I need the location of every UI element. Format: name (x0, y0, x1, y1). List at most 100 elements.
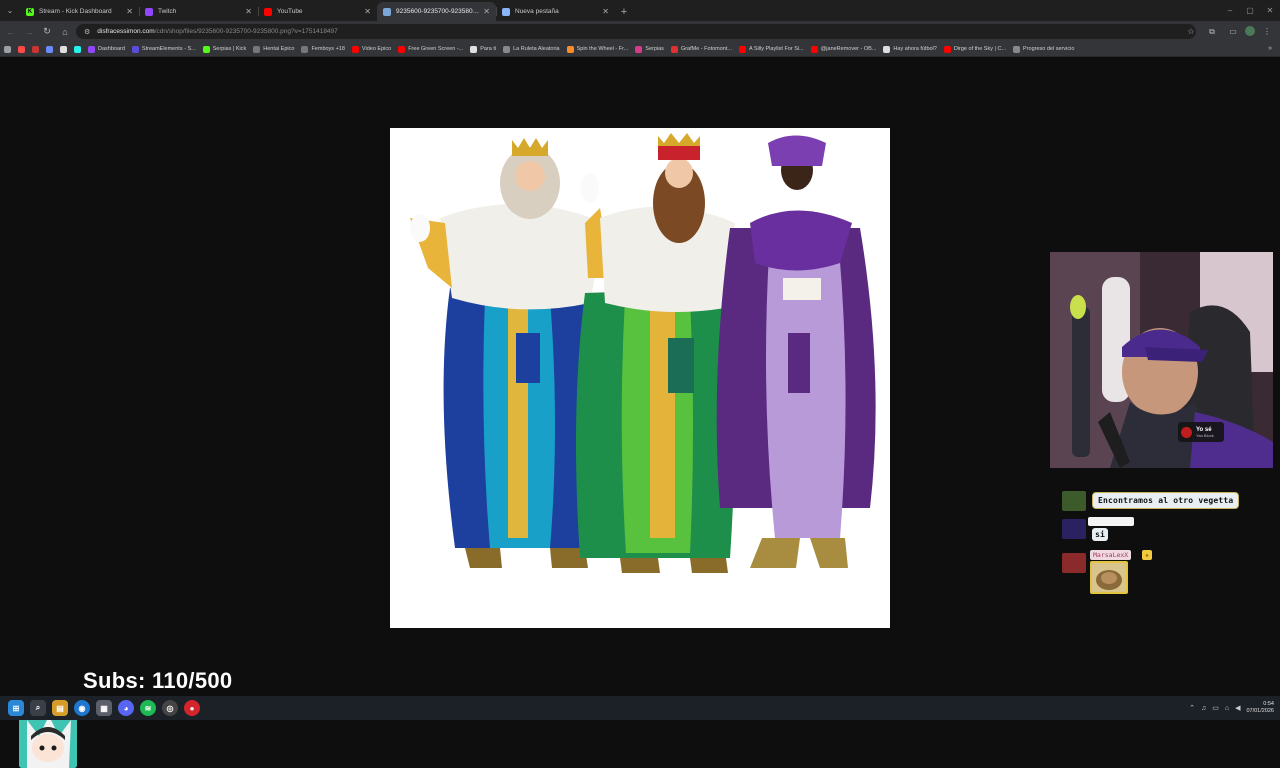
bookmark-item[interactable] (60, 45, 67, 53)
apps-grid-icon[interactable] (4, 45, 11, 53)
discord-icon[interactable]: ◕ (118, 700, 134, 716)
close-tab-icon[interactable]: ✕ (483, 7, 490, 16)
bookmark-item[interactable]: Hentai Epico (253, 45, 294, 53)
browser-tab[interactable]: Nueva pestaña ✕ (496, 2, 615, 21)
microphone-icon[interactable]: ♫ (1201, 705, 1206, 712)
bookmark-item[interactable]: StreamElements - S... (131, 45, 196, 53)
network-icon[interactable]: ⌂ (1225, 705, 1229, 712)
monitor-icon[interactable]: ▭ (1212, 704, 1219, 712)
bookmark-item[interactable] (74, 45, 81, 53)
bookmark-item[interactable]: Femboys +18 (301, 45, 345, 53)
url-host: disfracessimon.com (97, 28, 155, 35)
chat-message-text: si (1092, 528, 1108, 541)
reload-button[interactable]: ↻ (38, 23, 56, 41)
record-app-icon[interactable]: ● (184, 700, 200, 716)
notepad-icon[interactable]: ▦ (96, 700, 112, 716)
chevron-down-icon: ⌄ (6, 6, 14, 15)
bookmark-item[interactable] (32, 45, 39, 53)
taskbar-apps: ⊞ ⌕ ▤ ◉ ▦ ◕ ≋ ◎ ● (8, 700, 200, 716)
bookmark-item[interactable] (46, 45, 53, 53)
close-tab-icon[interactable]: ✕ (245, 7, 252, 16)
bookmark-item[interactable]: GrafMe - Fotomont... (670, 45, 732, 53)
arrow-left-icon: ← (6, 26, 16, 37)
clock-time: 0:54 (1263, 701, 1274, 708)
bookmark-item[interactable] (18, 45, 25, 53)
emote-image (1090, 561, 1128, 594)
bookmark-item[interactable]: Dashboard (88, 45, 125, 53)
bookmark-favicon-icon (810, 45, 818, 53)
bookmark-list: Dashboard StreamElements - S... Serpias | … (18, 45, 1081, 53)
bookmark-item[interactable]: La Ruleta Aleatoria (503, 45, 560, 53)
tab-title: Stream - Kick Dashboard (39, 8, 112, 15)
extensions-icon[interactable]: ⧉ (1203, 23, 1221, 40)
twitch-icon (145, 7, 153, 16)
tab-title: YouTube (277, 8, 303, 15)
clock[interactable]: 0:54 07/01/2026 (1246, 701, 1274, 715)
profile-avatar[interactable] (1245, 26, 1255, 36)
bookmark-favicon-icon (18, 45, 25, 53)
address-bar[interactable]: ⚙ disfracessimon.com/cdn/shop/files/9235… (76, 24, 1196, 39)
bookmark-item[interactable]: Serpias (635, 45, 664, 53)
bookmark-item[interactable]: Free Green Screen -... (398, 45, 463, 53)
bookmark-item[interactable]: Video Epico (351, 45, 391, 53)
menu-dots-icon[interactable]: ⋮ (1258, 23, 1276, 40)
spotify-icon[interactable]: ≋ (140, 700, 156, 716)
chevron-up-icon[interactable]: ⌃ (1189, 704, 1195, 712)
bookmark-favicon-icon (131, 45, 139, 53)
now-playing-widget: Yo sé Yan Block (1178, 422, 1224, 442)
cast-icon[interactable]: ▭ (1224, 23, 1242, 40)
tab-title: 9235600-9235700-9235800.png (396, 8, 481, 15)
site-info-icon[interactable]: ⚙ (84, 28, 90, 36)
bookmark-item[interactable]: Serpias | Kick (202, 45, 247, 53)
windows-start-icon[interactable]: ⊞ (8, 700, 24, 716)
search-icon[interactable]: ⌕ (30, 700, 46, 716)
browser-tab[interactable]: 9235600-9235700-9235800.png ✕ (377, 2, 496, 21)
bookmark-label: Dirge of the Sky | C... (953, 46, 1007, 52)
page-viewport: Yo sé Yan Block Encontramos al otro vege… (0, 57, 1280, 768)
volume-icon[interactable]: ◀ (1235, 704, 1240, 712)
browser-tab[interactable]: YouTube ✕ (258, 2, 377, 21)
bookmark-label: Dashboard (98, 46, 125, 52)
bookmark-favicon-icon (88, 45, 95, 53)
bookmark-label: La Ruleta Aleatoria (513, 46, 560, 52)
bookmark-favicon-icon (470, 45, 478, 53)
maximize-button[interactable]: ▢ (1240, 0, 1260, 21)
chevron-right-double-icon[interactable]: » (1268, 45, 1272, 52)
bookmark-favicon-icon (566, 45, 574, 53)
back-button[interactable]: ← (2, 23, 20, 41)
close-window-button[interactable]: ✕ (1260, 0, 1280, 21)
chrome-icon[interactable]: ◉ (74, 700, 90, 716)
browser-tab[interactable]: Twitch ✕ (139, 2, 258, 21)
browser-tab[interactable]: K Stream - Kick Dashboard ✕ (20, 2, 139, 21)
forward-button[interactable]: → (20, 23, 38, 41)
clock-date: 07/01/2026 (1246, 708, 1274, 714)
bookmark-item[interactable]: Progreso del servicio (1013, 45, 1075, 53)
home-button[interactable]: ⌂ (56, 23, 74, 41)
bookmark-item[interactable]: Hay ahora fútbol? (883, 45, 937, 53)
minimize-button[interactable]: – (1220, 0, 1240, 21)
file-explorer-icon[interactable]: ▤ (52, 700, 68, 716)
close-tab-icon[interactable]: ✕ (364, 7, 371, 16)
bookmarks-bar: Dashboard StreamElements - S... Serpias | … (0, 42, 1280, 57)
close-tab-icon[interactable]: ✕ (602, 7, 609, 16)
bookmark-item[interactable]: Para ti (470, 45, 496, 53)
bookmark-item[interactable]: @janeRemover - OB... (810, 45, 876, 53)
bookmark-label: Progreso del servicio (1023, 46, 1075, 52)
close-tab-icon[interactable]: ✕ (126, 7, 133, 16)
bookmark-label: Serpias | Kick (212, 46, 247, 52)
window-controls: – ▢ ✕ (1220, 0, 1280, 21)
cat-emote-icon (1092, 563, 1126, 592)
tab-search-button[interactable]: ⌄ (0, 0, 20, 21)
bookmark-item[interactable]: Dirge of the Sky | C... (943, 45, 1007, 53)
new-tab-button[interactable]: + (615, 2, 633, 21)
youtube-icon (264, 7, 272, 16)
bookmark-favicon-icon (503, 45, 511, 53)
bookmark-star-icon[interactable]: ☆ (1182, 23, 1200, 40)
reload-icon: ↻ (43, 26, 51, 36)
displayed-image (390, 128, 890, 628)
now-playing-title: Yo sé (1196, 426, 1212, 433)
bookmark-item[interactable]: Spin the Wheel - Fr... (566, 45, 628, 53)
obs-icon[interactable]: ◎ (162, 700, 178, 716)
bookmark-item[interactable]: A Silly Playlist For Si... (738, 45, 804, 53)
bookmark-favicon-icon (253, 45, 261, 53)
